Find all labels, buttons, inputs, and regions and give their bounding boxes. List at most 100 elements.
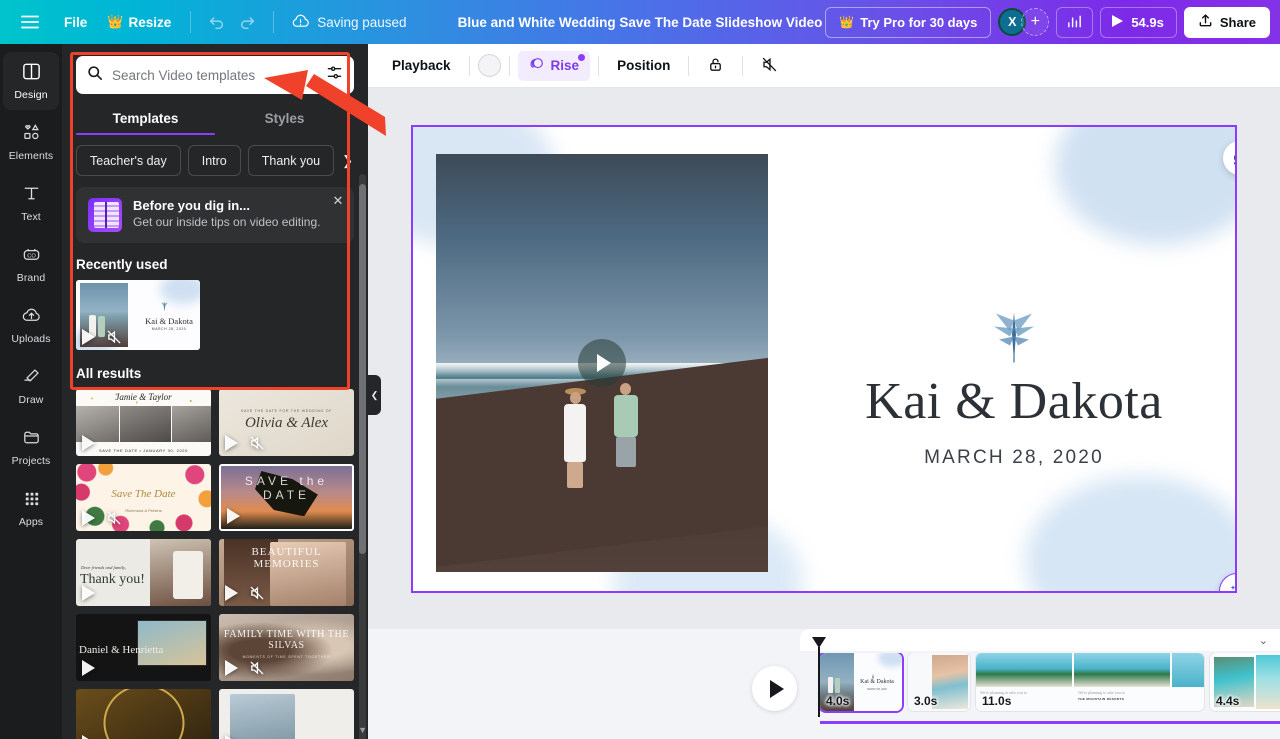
tab-templates[interactable]: Templates xyxy=(76,100,215,135)
add-collaborator-button[interactable]: + xyxy=(1021,8,1049,36)
playback-button[interactable]: Playback xyxy=(382,51,461,81)
search-box[interactable] xyxy=(76,56,354,94)
close-icon[interactable]: ✕ xyxy=(330,193,346,209)
chevron-right-icon[interactable]: ❯ xyxy=(341,145,354,176)
category-chips: Teacher's day Intro Thank you ❯ xyxy=(62,135,368,176)
play-icon[interactable] xyxy=(227,508,240,524)
canva-video-editor: File 👑 Resize Saving paused Blue a xyxy=(0,0,1280,739)
animation-button[interactable]: Rise xyxy=(518,51,591,81)
bar-chart-icon[interactable] xyxy=(1056,7,1093,38)
sidebar-item-apps[interactable]: Apps xyxy=(3,479,59,537)
layout-icon xyxy=(21,61,42,87)
template-card[interactable]: BEAUTIFUL MEMORIES xyxy=(219,539,354,606)
template-card[interactable]: SAVE the DATE xyxy=(219,464,354,531)
sidebar-item-brand[interactable]: CO Brand xyxy=(3,235,59,293)
play-icon xyxy=(1111,14,1124,31)
template-card[interactable]: FAMILY TIME WITH THE SILVAS MOMENTS OF T… xyxy=(219,614,354,681)
mute-icon[interactable] xyxy=(249,660,265,676)
playback-label: Playback xyxy=(392,58,451,73)
resize-button[interactable]: 👑 Resize xyxy=(97,7,181,37)
timeline-clip[interactable]: We're planning to take you to We're plan… xyxy=(976,653,1204,711)
collaborators: X + xyxy=(998,8,1049,36)
timeline-collapse-bar[interactable]: ⌄ xyxy=(800,629,1280,651)
mute-icon[interactable] xyxy=(106,329,122,345)
mute-icon[interactable] xyxy=(249,435,265,451)
mute-icon[interactable] xyxy=(106,510,122,526)
sidebar-item-uploads[interactable]: Uploads xyxy=(3,296,59,354)
sidebar-item-elements[interactable]: Elements xyxy=(3,113,59,171)
chevron-down-icon[interactable]: ▼ xyxy=(358,725,367,735)
play-icon[interactable] xyxy=(225,585,238,601)
timeline-clip[interactable]: Kai & Dakota MARCH 28, 2020 4.0s xyxy=(820,653,902,711)
collapse-panel-handle[interactable]: ❮ xyxy=(368,375,381,415)
chevron-down-icon[interactable]: ⌄ xyxy=(1259,634,1268,647)
template-card[interactable]: Daniel & Henrietta xyxy=(76,614,211,681)
tab-label: Templates xyxy=(113,111,179,126)
sidebar-item-draw[interactable]: Draw xyxy=(3,357,59,415)
slide-canvas[interactable]: Kai & Dakota MARCH 28, 2020 xyxy=(413,127,1235,591)
template-caption: Richmond & Perkins xyxy=(76,508,211,513)
template-card[interactable]: SAVE THE DATE FOR THE WEDDING OF Olivia … xyxy=(219,389,354,456)
template-caption: Dear friends and family, xyxy=(81,565,126,570)
play-icon[interactable] xyxy=(82,585,95,601)
recent-template-name: Kai & Dakota xyxy=(138,316,200,326)
recent-template-card[interactable]: Kai & Dakota MARCH 28, 2020 xyxy=(76,280,200,350)
promo-subtitle: Get our inside tips on video editing. xyxy=(133,215,320,231)
position-label: Position xyxy=(617,58,670,73)
panel-scrollbar-thumb[interactable] xyxy=(359,184,366,554)
try-pro-label: Try Pro for 30 days xyxy=(860,15,977,30)
sliders-icon[interactable] xyxy=(326,64,343,86)
clip-duration: 4.0s xyxy=(826,694,849,708)
document-title-label[interactable]: Blue and White Wedding Save The Date Sli… xyxy=(448,11,833,34)
undo-icon[interactable] xyxy=(200,7,232,37)
template-card[interactable]: Dear friends and family, Thank you! xyxy=(76,539,211,606)
couple-name[interactable]: Kai & Dakota xyxy=(793,372,1235,431)
search-input[interactable] xyxy=(112,68,317,83)
playhead-marker[interactable] xyxy=(812,637,826,648)
play-icon[interactable] xyxy=(82,329,95,345)
cloud-alert-icon xyxy=(291,13,310,32)
share-button[interactable]: Share xyxy=(1184,7,1270,38)
wedding-date[interactable]: MARCH 28, 2020 xyxy=(793,447,1235,469)
promo-banner[interactable]: Before you dig in... Get our inside tips… xyxy=(76,187,354,243)
sidebar-item-projects[interactable]: Projects xyxy=(3,418,59,476)
color-swatch[interactable] xyxy=(478,54,501,77)
chip-teachers-day[interactable]: Teacher's day xyxy=(76,145,181,176)
play-icon[interactable] xyxy=(225,435,238,451)
template-card[interactable] xyxy=(76,689,211,739)
template-card[interactable]: Save The Date Richmond & Perkins xyxy=(76,464,211,531)
play-icon[interactable] xyxy=(82,510,95,526)
sidebar-item-text[interactable]: Text xyxy=(3,174,59,232)
play-icon[interactable] xyxy=(82,735,95,739)
play-icon[interactable] xyxy=(578,339,626,387)
chip-intro[interactable]: Intro xyxy=(188,145,241,176)
play-icon[interactable] xyxy=(225,735,238,739)
timeline-clip[interactable]: 4.4s xyxy=(1210,653,1280,711)
position-button[interactable]: Position xyxy=(607,51,680,81)
sidebar-item-label: Elements xyxy=(9,151,54,162)
saving-status: Saving paused xyxy=(283,13,414,32)
lock-button[interactable] xyxy=(697,51,734,81)
sidebar-item-design[interactable]: Design xyxy=(3,52,59,110)
timeline-play-button[interactable] xyxy=(752,666,797,711)
template-card[interactable] xyxy=(219,689,354,739)
mute-icon[interactable] xyxy=(249,585,265,601)
hamburger-icon[interactable] xyxy=(14,7,46,37)
redo-icon[interactable] xyxy=(232,7,264,37)
chip-label: Teacher's day xyxy=(90,154,167,168)
template-card[interactable]: Jamie & Taylor SAVE THE DATE • JANUARY 3… xyxy=(76,389,211,456)
play-icon[interactable] xyxy=(82,435,95,451)
editor-area: Playback Rise Position xyxy=(368,44,1280,739)
timeline-clip[interactable]: 3.0s xyxy=(908,653,970,711)
mute-button[interactable] xyxy=(751,51,788,81)
slide-video-photo[interactable] xyxy=(436,154,768,572)
all-results-title: All results xyxy=(62,350,368,389)
play-icon[interactable] xyxy=(225,660,238,676)
try-pro-button[interactable]: 👑 Try Pro for 30 days xyxy=(825,7,991,38)
timeline-clips: Kai & Dakota MARCH 28, 2020 4.0s 3.0s We xyxy=(820,653,1280,715)
file-menu-button[interactable]: File xyxy=(54,7,97,37)
preview-play-button[interactable]: 54.9s xyxy=(1100,7,1177,38)
tab-styles[interactable]: Styles xyxy=(215,100,354,135)
play-icon[interactable] xyxy=(82,660,95,676)
chip-thank-you[interactable]: Thank you xyxy=(248,145,334,176)
